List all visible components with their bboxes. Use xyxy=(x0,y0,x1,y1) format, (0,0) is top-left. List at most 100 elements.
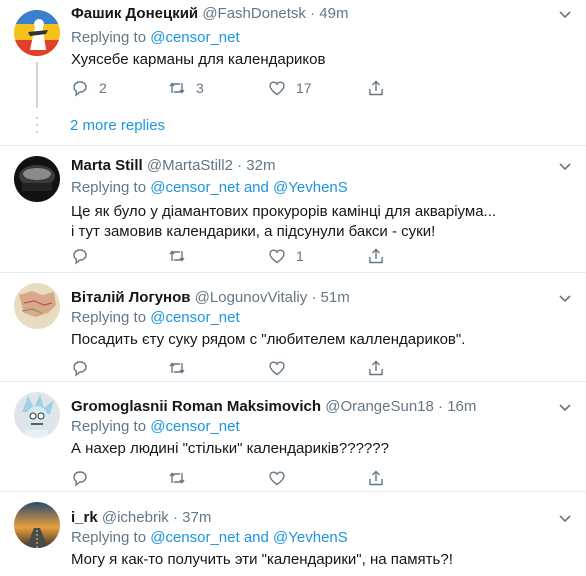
like-button[interactable]: 1 xyxy=(268,246,304,266)
replying-to: Replying to @censor_net and @YevhenS xyxy=(71,529,348,547)
tweet-orangesun18[interactable]: Gromoglasnii Roman Maksimovich @OrangeSu… xyxy=(0,382,586,490)
retweet-button[interactable] xyxy=(168,358,196,378)
replying-to: Replying to @censor_net xyxy=(71,29,240,47)
tweet-text: А нахер людині "стільки" календариків???… xyxy=(71,440,389,457)
mention-link[interactable]: @censor_net xyxy=(150,418,239,435)
like-count: 1 xyxy=(296,248,304,264)
share-icon xyxy=(369,80,383,96)
timestamp[interactable]: 51m xyxy=(321,289,350,306)
chevron-down-icon[interactable] xyxy=(558,159,572,173)
replying-to: Replying to @censor_net and @YevhenS xyxy=(71,179,348,197)
reply-icon xyxy=(73,81,87,97)
retweet-icon xyxy=(169,250,185,262)
reply-button[interactable]: 2 xyxy=(71,78,107,98)
tweet-text: Це як було у діамантових прокурорів камі… xyxy=(71,203,497,240)
chevron-down-icon[interactable] xyxy=(558,400,572,414)
avatar[interactable] xyxy=(14,392,60,438)
retweet-button[interactable] xyxy=(168,246,196,266)
separator-dot: · xyxy=(310,5,316,22)
like-button[interactable]: 17 xyxy=(268,78,312,98)
reply-icon xyxy=(73,249,87,265)
user-handle[interactable]: @OrangeSun18 xyxy=(325,398,434,415)
tweet-text: Могу я как-то получить эти "календарики"… xyxy=(71,551,453,568)
timestamp[interactable]: 37m xyxy=(182,509,211,526)
timestamp[interactable]: 16m xyxy=(447,398,476,415)
reply-button[interactable] xyxy=(71,246,99,266)
tweet-fashdonetsk[interactable]: Фашик Донецкий @FashDonetsk · 49m Replyi… xyxy=(0,0,586,143)
retweet-button[interactable]: 3 xyxy=(168,78,204,98)
reply-button[interactable] xyxy=(71,468,99,488)
reply-icon xyxy=(73,361,87,377)
tweet-header: i_rk @ichebrik · 37m xyxy=(71,509,211,527)
display-name[interactable]: Фашик Донецкий xyxy=(71,5,198,22)
replying-to-label: Replying to xyxy=(71,179,151,196)
tweet-header: Marta Still @MartaStill2 · 32m xyxy=(71,157,275,175)
avatar[interactable] xyxy=(14,156,60,202)
heart-icon xyxy=(269,471,285,486)
retweet-count: 3 xyxy=(196,80,204,96)
share-icon xyxy=(369,360,383,376)
like-button[interactable] xyxy=(268,468,296,488)
reply-icon xyxy=(73,471,87,487)
tweet-martastill[interactable]: Marta Still @MartaStill2 · 32m Replying … xyxy=(0,146,586,271)
share-button[interactable] xyxy=(367,468,385,488)
share-button[interactable] xyxy=(367,78,385,98)
thread-line xyxy=(36,62,38,108)
like-count: 17 xyxy=(296,80,312,96)
retweet-icon xyxy=(169,82,185,94)
share-button[interactable] xyxy=(367,358,385,378)
user-handle[interactable]: @ichebrik xyxy=(102,509,169,526)
avatar[interactable] xyxy=(14,10,60,56)
avatar[interactable] xyxy=(14,502,60,548)
mention-link[interactable]: @censor_net xyxy=(150,309,239,326)
display-name[interactable]: Marta Still xyxy=(71,157,143,174)
replying-to-label: Replying to xyxy=(71,29,151,46)
tweet-text: Посадить єту суку рядом с "любителем кал… xyxy=(71,331,466,348)
tweet-logunovvitaliy[interactable]: Віталій Логунов @LogunovVitaliy · 51m Re… xyxy=(0,273,586,380)
timestamp[interactable]: 32m xyxy=(246,157,275,174)
tweet-ichebrik[interactable]: i_rk @ichebrik · 37m Replying to @censor… xyxy=(0,492,586,576)
thread-dots xyxy=(36,131,38,133)
mention-link[interactable]: @censor_net xyxy=(150,29,239,46)
display-name[interactable]: Gromoglasnii Roman Maksimovich xyxy=(71,398,321,415)
display-name[interactable]: Віталій Логунов xyxy=(71,289,191,306)
user-handle[interactable]: @LogunovVitaliy xyxy=(195,289,308,306)
heart-icon xyxy=(269,249,285,264)
chevron-down-icon[interactable] xyxy=(558,511,572,525)
replying-to-label: Replying to xyxy=(71,418,151,435)
separator-dot: · xyxy=(237,157,243,174)
heart-icon xyxy=(269,81,285,96)
tweet-header: Віталій Логунов @LogunovVitaliy · 51m xyxy=(71,289,350,307)
replying-to: Replying to @censor_net xyxy=(71,309,240,327)
mention-link[interactable]: @censor_net and @YevhenS xyxy=(150,529,348,546)
reply-count: 2 xyxy=(99,80,107,96)
retweet-icon xyxy=(169,362,185,374)
share-button[interactable] xyxy=(367,246,385,266)
display-name[interactable]: i_rk xyxy=(71,509,98,526)
chevron-down-icon[interactable] xyxy=(558,291,572,305)
share-icon xyxy=(369,248,383,264)
user-handle[interactable]: @MartaStill2 xyxy=(147,157,233,174)
separator-dot: · xyxy=(311,289,317,306)
user-handle[interactable]: @FashDonetsk xyxy=(202,5,306,22)
mention-link[interactable]: @censor_net and @YevhenS xyxy=(150,179,348,196)
replying-to-label: Replying to xyxy=(71,529,151,546)
reply-button[interactable] xyxy=(71,358,99,378)
tweet-actions: 2 3 17 xyxy=(71,78,391,98)
heart-icon xyxy=(269,361,285,376)
thread-dots xyxy=(36,124,38,126)
avatar[interactable] xyxy=(14,283,60,329)
tweet-header: Фашик Донецкий @FashDonetsk · 49m xyxy=(71,5,348,23)
retweet-button[interactable] xyxy=(168,468,196,488)
thread-dots xyxy=(36,117,38,119)
share-icon xyxy=(369,470,383,486)
retweet-icon xyxy=(169,472,185,484)
separator-dot: · xyxy=(172,509,178,526)
more-replies-link[interactable]: 2 more replies xyxy=(70,117,165,134)
timestamp[interactable]: 49m xyxy=(319,5,348,22)
chevron-down-icon[interactable] xyxy=(558,7,572,21)
tweet-actions: 1 xyxy=(71,246,391,266)
tweet-header: Gromoglasnii Roman Maksimovich @OrangeSu… xyxy=(71,398,476,416)
like-button[interactable] xyxy=(268,358,296,378)
tweet-text: Хуясебе карманы для календариков xyxy=(71,51,326,68)
